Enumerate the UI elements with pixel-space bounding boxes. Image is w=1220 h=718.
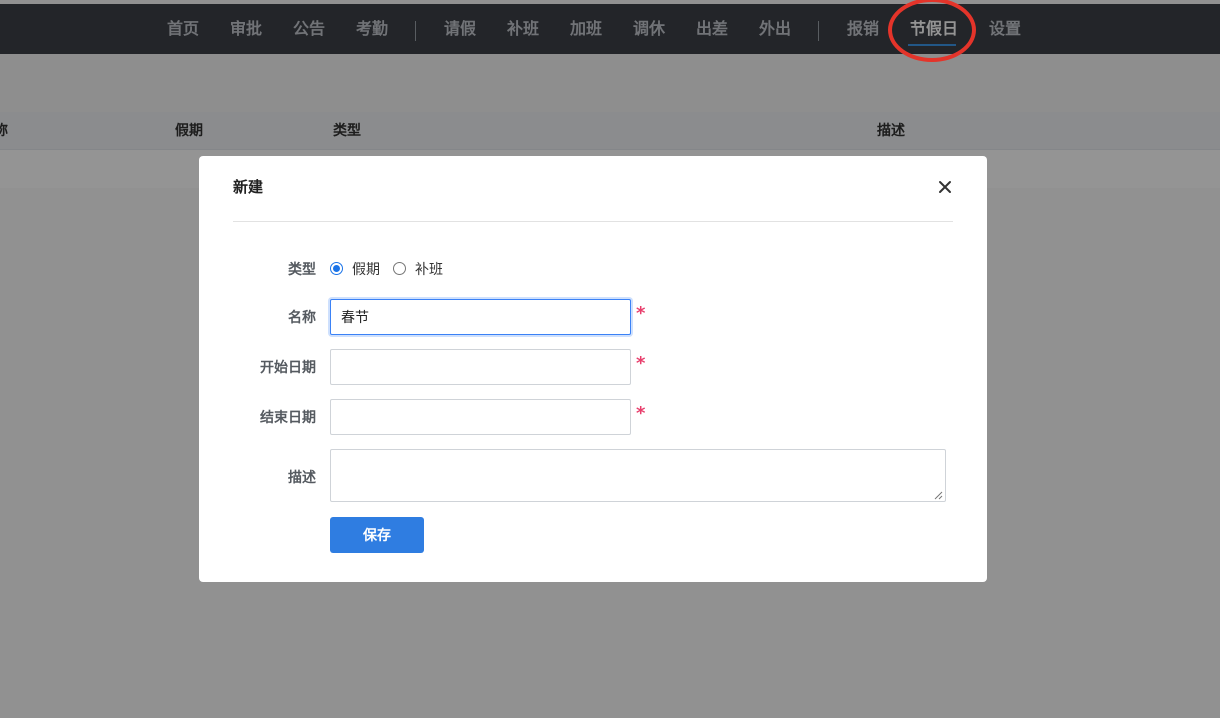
new-holiday-dialog: 新建 类型 假期 补班 名称 * 开始日期 * 结束日期 * 描述 保存	[199, 156, 987, 582]
radio-holiday-label[interactable]: 假期	[352, 259, 380, 279]
resize-grip-icon[interactable]	[933, 490, 943, 500]
description-label: 描述	[288, 470, 316, 486]
radio-holiday[interactable]	[330, 262, 343, 275]
highlight-ring	[888, 0, 976, 62]
radio-makeup-work-label[interactable]: 补班	[415, 259, 443, 279]
save-button[interactable]: 保存	[330, 517, 424, 553]
radio-makeup-work[interactable]	[393, 262, 406, 275]
required-mark: *	[636, 303, 646, 324]
name-label: 名称	[288, 310, 316, 326]
type-label: 类型	[288, 262, 316, 278]
start-date-input[interactable]	[330, 349, 631, 385]
name-input[interactable]	[330, 299, 631, 335]
modal-title: 新建	[233, 178, 264, 196]
end-date-label: 结束日期	[260, 410, 316, 426]
required-mark: *	[636, 353, 646, 374]
description-textarea[interactable]	[330, 449, 946, 502]
start-date-label: 开始日期	[260, 360, 316, 376]
required-mark: *	[636, 403, 646, 424]
end-date-input[interactable]	[330, 399, 631, 435]
close-icon[interactable]	[936, 178, 954, 196]
modal-divider	[233, 221, 953, 222]
